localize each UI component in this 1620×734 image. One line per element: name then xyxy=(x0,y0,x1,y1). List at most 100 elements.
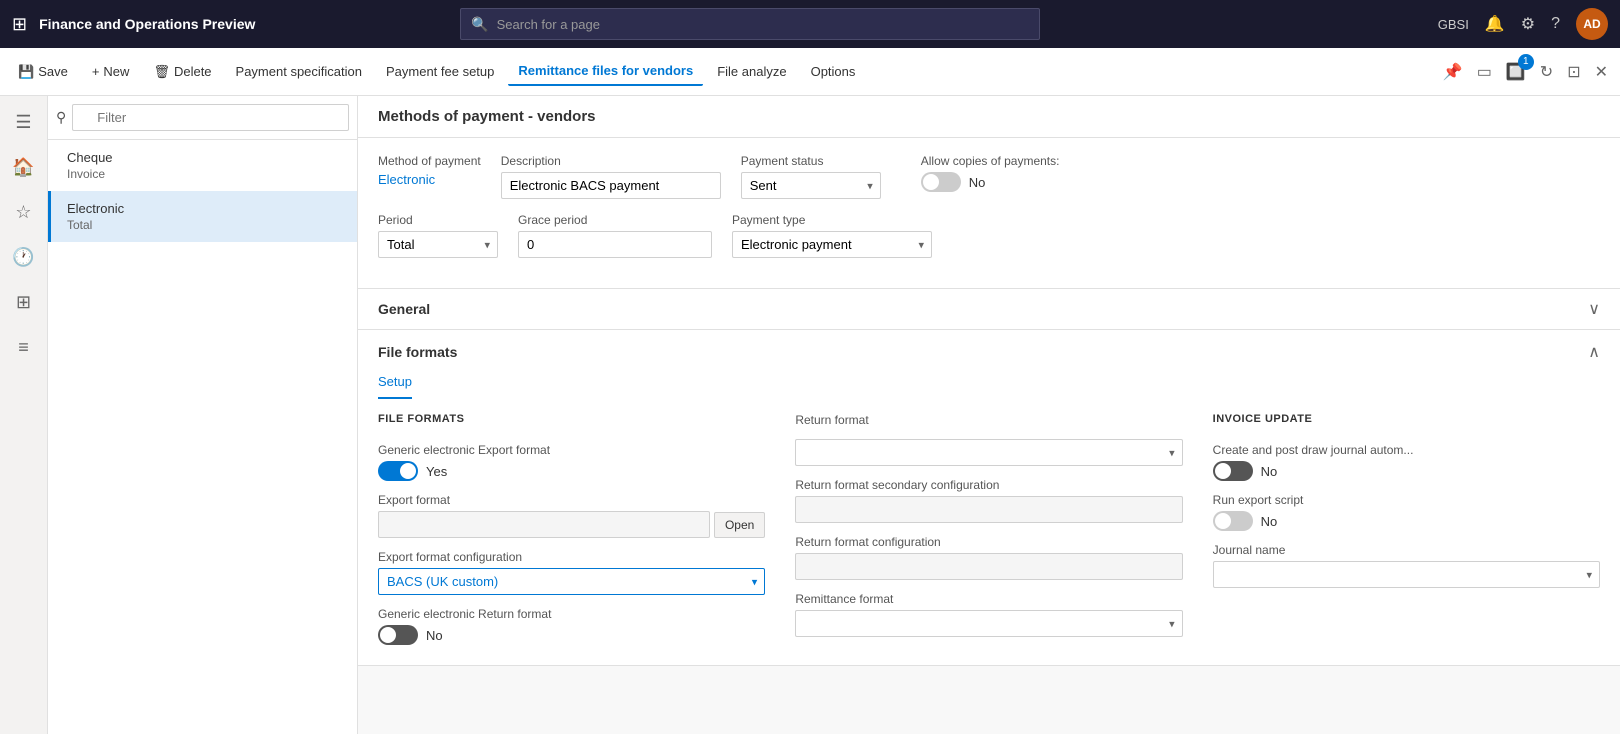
remittance-format-select[interactable] xyxy=(795,610,1182,637)
grace-period-input[interactable] xyxy=(518,231,712,258)
journal-name-wrap xyxy=(1213,561,1600,588)
content-header: Methods of payment - vendors xyxy=(358,96,1620,138)
right-content: Methods of payment - vendors Method of p… xyxy=(358,96,1620,734)
workspace-icon[interactable]: ⊞ xyxy=(8,284,39,321)
payment-status-select[interactable]: Sent None Received xyxy=(741,172,881,199)
return-format-col: Return format Return format secondary co… xyxy=(795,413,1182,645)
main-layout: ☰ 🏠 ☆ 🕐 ⊞ ≡ ⚲ 🔍 Cheque Invoice Electroni… xyxy=(0,96,1620,734)
notifications-icon[interactable]: 🔔 xyxy=(1485,14,1505,34)
payment-specification-button[interactable]: Payment specification xyxy=(226,58,372,85)
return-format-select[interactable] xyxy=(795,439,1182,466)
list-item-cheque[interactable]: Cheque Invoice xyxy=(48,140,357,191)
return-format-wrap xyxy=(795,439,1182,466)
search-input[interactable] xyxy=(497,17,1030,32)
period-select[interactable]: Total Invoice Date xyxy=(378,231,498,258)
generic-export-value: Yes xyxy=(426,464,447,479)
file-formats-title: File formats xyxy=(378,344,457,360)
create-post-knob xyxy=(1215,463,1231,479)
settings-icon[interactable]: ⚙ xyxy=(1521,14,1535,34)
top-bar: ⊞ Finance and Operations Preview 🔍 GBSI … xyxy=(0,0,1620,48)
open-button[interactable]: Open xyxy=(714,512,765,538)
list-item-electronic[interactable]: Electronic Total xyxy=(48,191,357,242)
grid-icon[interactable]: ⊞ xyxy=(12,14,27,35)
new-button[interactable]: + New xyxy=(82,58,140,85)
return-format-secondary-input[interactable] xyxy=(795,496,1182,523)
remittance-files-button[interactable]: Remittance files for vendors xyxy=(508,57,703,86)
return-format-secondary-field: Return format secondary configuration xyxy=(795,478,1182,523)
payment-fee-setup-button[interactable]: Payment fee setup xyxy=(376,58,504,85)
file-analyze-button[interactable]: File analyze xyxy=(707,58,796,85)
journal-name-select[interactable] xyxy=(1213,561,1600,588)
generic-return-toggle[interactable]: No xyxy=(378,625,765,645)
run-export-label: Run export script xyxy=(1213,493,1600,507)
search-bar[interactable]: 🔍 xyxy=(460,8,1040,40)
create-post-toggle[interactable]: No xyxy=(1213,461,1600,481)
general-collapse-icon[interactable]: ∨ xyxy=(1588,299,1600,319)
run-export-switch[interactable] xyxy=(1213,511,1253,531)
allow-copies-field: Allow copies of payments: No xyxy=(921,154,1060,192)
payment-type-select-wrap: Electronic payment Check Other xyxy=(732,231,932,258)
form-section-top: Method of payment Electronic Description… xyxy=(358,138,1620,289)
run-export-toggle[interactable]: No xyxy=(1213,511,1600,531)
payment-type-select[interactable]: Electronic payment Check Other xyxy=(732,231,932,258)
pin-icon[interactable]: 📌 xyxy=(1439,58,1467,86)
export-format-row: Open xyxy=(378,511,765,538)
filter-input[interactable] xyxy=(72,104,349,131)
save-button[interactable]: 💾 Save xyxy=(8,58,78,86)
action-bar-right: 📌 ▭ 🔲 1 ↻ ⊡ ✕ xyxy=(1439,58,1612,86)
generic-return-field: Generic electronic Return format No xyxy=(378,607,765,645)
search-icon: 🔍 xyxy=(471,16,488,33)
allow-copies-switch[interactable] xyxy=(921,172,961,192)
country-code: GBSI xyxy=(1438,17,1469,32)
grace-period-label: Grace period xyxy=(518,213,712,227)
method-of-payment-value[interactable]: Electronic xyxy=(378,172,481,187)
generic-export-label: Generic electronic Export format xyxy=(378,443,765,457)
return-format-field xyxy=(795,439,1182,466)
general-header[interactable]: General ∨ xyxy=(358,289,1620,329)
export-format-config-select[interactable]: BACS (UK custom) xyxy=(378,568,765,595)
period-label: Period xyxy=(378,213,498,227)
generic-export-switch[interactable] xyxy=(378,461,418,481)
help-icon[interactable]: ? xyxy=(1551,15,1560,33)
export-format-input[interactable] xyxy=(378,511,710,538)
top-bar-right: GBSI 🔔 ⚙ ? AD xyxy=(1438,8,1608,40)
save-icon: 💾 xyxy=(18,64,34,80)
left-panel: ⚲ 🔍 Cheque Invoice Electronic Total xyxy=(48,96,358,734)
create-post-switch[interactable] xyxy=(1213,461,1253,481)
close-icon[interactable]: ✕ xyxy=(1591,58,1612,86)
star-icon[interactable]: ☆ xyxy=(7,194,39,231)
refresh-icon[interactable]: ↻ xyxy=(1536,58,1557,86)
journal-name-field: Journal name xyxy=(1213,543,1600,588)
file-formats-col: FILE FORMATS Generic electronic Export f… xyxy=(378,413,765,645)
allow-copies-toggle[interactable]: No xyxy=(921,172,1060,192)
return-format-col-title: Return format xyxy=(795,413,1182,427)
delete-icon: 🗑 xyxy=(153,64,170,80)
user-avatar[interactable]: AD xyxy=(1576,8,1608,40)
file-formats-collapse-icon[interactable]: ∧ xyxy=(1588,342,1600,362)
options-button[interactable]: Options xyxy=(801,58,866,85)
form-row-1: Method of payment Electronic Description… xyxy=(378,154,1600,199)
home-icon[interactable]: 🏠 xyxy=(4,149,42,186)
return-format-config-input[interactable] xyxy=(795,553,1182,580)
allow-copies-label: Allow copies of payments: xyxy=(921,154,1060,168)
description-input[interactable] xyxy=(501,172,721,199)
list-icon[interactable]: ≡ xyxy=(10,329,37,366)
delete-button[interactable]: 🗑 Delete xyxy=(143,58,221,86)
export-format-config-wrap: BACS (UK custom) xyxy=(378,568,765,595)
run-export-knob xyxy=(1215,513,1231,529)
generic-export-field: Generic electronic Export format Yes xyxy=(378,443,765,481)
invoice-update-col-title: INVOICE UPDATE xyxy=(1213,413,1600,425)
description-label: Description xyxy=(501,154,721,168)
hamburger-icon[interactable]: ☰ xyxy=(7,104,39,141)
filter-icon-left[interactable]: ⚲ xyxy=(56,109,66,126)
setup-tab[interactable]: Setup xyxy=(378,366,412,399)
file-formats-section: File formats ∧ Setup FILE FORMATS Generi… xyxy=(358,330,1620,666)
return-format-secondary-label: Return format secondary configuration xyxy=(795,478,1182,492)
form-row-2: Period Total Invoice Date Grace period P… xyxy=(378,213,1600,258)
payment-status-label: Payment status xyxy=(741,154,881,168)
clock-icon[interactable]: 🕐 xyxy=(4,239,42,276)
generic-return-switch[interactable] xyxy=(378,625,418,645)
panel-icon[interactable]: ▭ xyxy=(1473,58,1496,86)
generic-export-toggle[interactable]: Yes xyxy=(378,461,765,481)
expand-icon[interactable]: ⊡ xyxy=(1563,58,1584,86)
